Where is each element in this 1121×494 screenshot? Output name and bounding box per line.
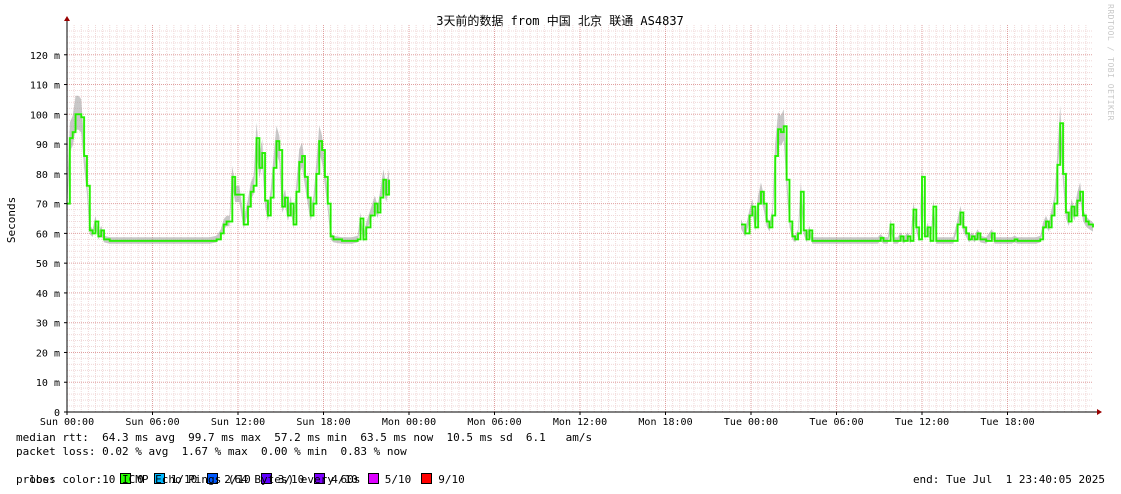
x-tick-label: Mon 12:00 bbox=[553, 417, 607, 428]
y-tick-label: 20 m bbox=[36, 348, 60, 359]
end-time: end: Tue Jul 1 23:40:05 2025 bbox=[912, 473, 1105, 486]
y-tick-label: 90 m bbox=[36, 140, 60, 151]
x-tick-label: Mon 06:00 bbox=[467, 417, 521, 428]
y-tick-label: 40 m bbox=[36, 289, 60, 300]
loss-color-swatch bbox=[421, 473, 433, 484]
y-tick-label: 70 m bbox=[36, 200, 60, 211]
loss-color-item: 5/10 bbox=[367, 473, 412, 486]
x-tick-label: Mon 18:00 bbox=[638, 417, 692, 428]
probe-info: probe: 10 ICMP Echo Pings (64 Bytes) eve… bbox=[16, 473, 361, 486]
x-tick-label: Sun 06:00 bbox=[125, 417, 179, 428]
x-tick-label: Sun 12:00 bbox=[211, 417, 265, 428]
x-tick-label: Mon 00:00 bbox=[382, 417, 436, 428]
x-axis-arrow bbox=[1097, 409, 1102, 415]
y-tick-label: 30 m bbox=[36, 319, 60, 330]
y-tick-label: 110 m bbox=[30, 81, 60, 92]
y-tick-label: 120 m bbox=[30, 51, 60, 62]
x-tick-label: Sun 00:00 bbox=[40, 417, 94, 428]
y-tick-label: 60 m bbox=[36, 229, 60, 240]
chart-grid bbox=[66, 25, 1093, 413]
y-tick-label: 50 m bbox=[36, 259, 60, 270]
median-rtt-stats: median rtt: 64.3 ms avg 99.7 ms max 57.2… bbox=[16, 431, 593, 444]
packet-loss-stats: packet loss: 0.02 % avg 1.67 % max 0.00 … bbox=[16, 445, 407, 458]
x-tick-label: Tue 12:00 bbox=[895, 417, 949, 428]
x-tick-label: Tue 06:00 bbox=[809, 417, 863, 428]
latency-chart: 3天前的数据 from 中国 北京 联通 AS4837 Seconds 010 … bbox=[5, 13, 1102, 428]
y-tick-label: 10 m bbox=[36, 378, 60, 389]
x-tick-label: Sun 18:00 bbox=[296, 417, 350, 428]
loss-color-item: 9/10 bbox=[421, 473, 465, 486]
watermark: RRDTOOL / TOBI OETIKER bbox=[1106, 4, 1115, 121]
x-tick-label: Tue 00:00 bbox=[724, 417, 778, 428]
y-tick-labels: 010 m20 m30 m40 m50 m60 m70 m80 m90 m100… bbox=[30, 51, 67, 419]
y-axis-arrow bbox=[64, 16, 70, 21]
y-tick-label: 80 m bbox=[36, 170, 60, 181]
loss-color-swatch bbox=[367, 473, 379, 484]
loss-color-text: 5/10 bbox=[384, 473, 412, 486]
loss-color-text: 9/10 bbox=[438, 473, 465, 486]
y-tick-label: 100 m bbox=[30, 110, 60, 121]
x-tick-labels: Sun 00:00 Sun 06:00 Sun 12:00 Sun 18:00 Mon … bbox=[40, 412, 1035, 428]
y-axis-label: Seconds bbox=[5, 197, 18, 243]
x-tick-label: Tue 18:00 bbox=[980, 417, 1034, 428]
